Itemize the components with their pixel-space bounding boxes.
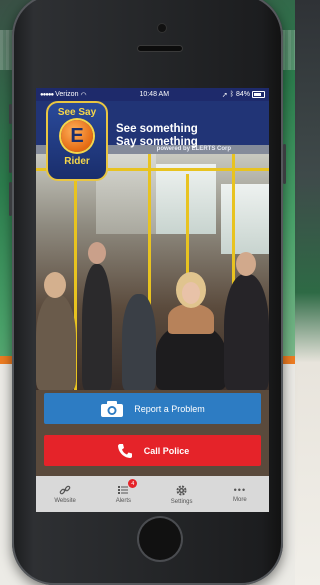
tagline-line2: Say something: [116, 136, 198, 148]
signal-icon: ●●●●●: [40, 91, 54, 98]
status-time: 10:48 AM: [139, 91, 170, 98]
tab-settings-label: Settings: [170, 498, 193, 505]
earpiece-speaker: [138, 46, 182, 51]
tab-settings[interactable]: Settings: [153, 476, 211, 512]
wifi-icon: ◠: [80, 91, 87, 99]
carrier-label: Verizon: [55, 91, 79, 98]
tagline-line1: See something: [116, 123, 198, 135]
bluetooth-icon: ᛒ: [229, 91, 234, 98]
app-screen: ●●●●● Verizon ◠ 10:48 AM ➚ ᛒ 84% See som…: [36, 88, 269, 512]
battery-icon: [251, 91, 265, 98]
passenger-head: [88, 242, 106, 264]
call-police-label: Call Police: [143, 445, 190, 456]
tab-alerts-label: Alerts: [115, 498, 132, 504]
tab-bar: Website 4 Alerts Settings ••• More: [36, 476, 269, 512]
tab-more[interactable]: ••• More: [211, 476, 269, 512]
alerts-badge: 4: [128, 479, 138, 488]
passenger-scarf: [168, 304, 214, 334]
home-button[interactable]: [139, 518, 181, 560]
logo-text-top: See Say: [57, 107, 97, 118]
passenger: [82, 264, 112, 390]
passenger-head: [236, 252, 256, 276]
front-camera: [158, 24, 166, 32]
app-logo: See Say E Rider: [46, 101, 108, 181]
passenger: [36, 294, 76, 390]
passenger: [224, 274, 269, 390]
tab-more-label: More: [233, 497, 247, 503]
list-icon: [118, 486, 129, 494]
passenger: [122, 294, 156, 390]
bus-interior-photo: [36, 154, 269, 390]
phone-icon: [117, 443, 132, 458]
mute-switch: [9, 104, 12, 124]
battery-percent: 84%: [235, 91, 250, 98]
report-problem-label: Report a Problem: [134, 403, 205, 414]
volume-down-button: [9, 182, 12, 216]
call-police-button[interactable]: Call Police: [44, 435, 261, 466]
status-bar: ●●●●● Verizon ◠ 10:48 AM ➚ ᛒ 84%: [36, 88, 269, 101]
tab-website-label: Website: [54, 498, 76, 504]
gear-icon: [176, 485, 187, 495]
tab-alerts[interactable]: 4 Alerts: [94, 476, 152, 512]
logo-e-icon: E: [61, 120, 93, 152]
location-icon: ➚: [221, 91, 228, 99]
power-button: [283, 144, 286, 184]
logo-text-bottom: Rider: [64, 156, 90, 167]
tagline: See something Say something: [116, 123, 198, 149]
camera-icon: [101, 400, 124, 417]
tab-website[interactable]: Website: [36, 476, 94, 512]
bus-window: [221, 184, 269, 254]
passenger-head: [44, 272, 66, 298]
passenger-face: [182, 282, 200, 304]
link-icon: [59, 485, 71, 495]
report-problem-button[interactable]: Report a Problem: [44, 393, 261, 424]
volume-up-button: [9, 139, 12, 173]
more-icon: •••: [233, 485, 247, 495]
